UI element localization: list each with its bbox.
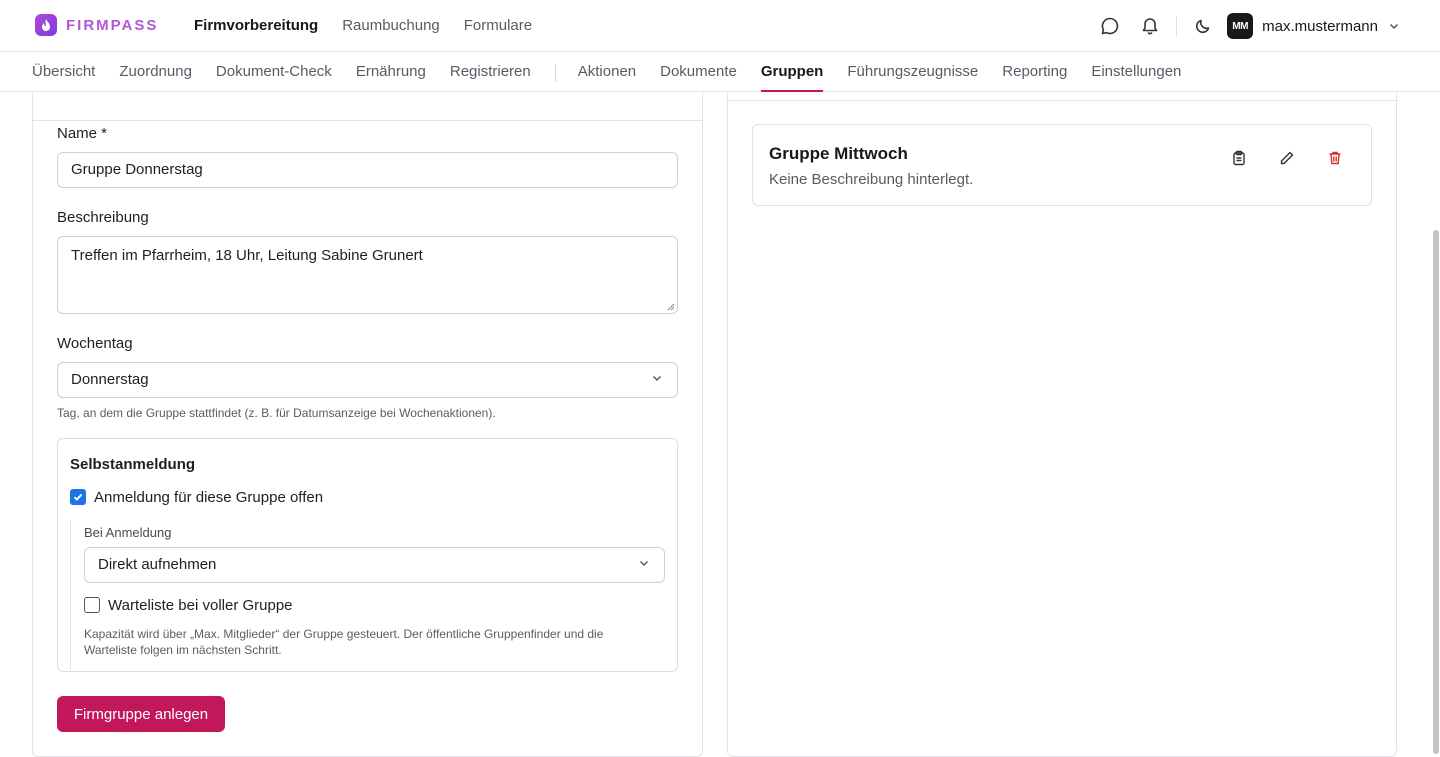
top-header: FIRMPASS Firmvorbereitung Raumbuchung Fo… bbox=[0, 0, 1440, 52]
chevron-down-icon bbox=[651, 363, 663, 397]
signup-open-label[interactable]: Anmeldung für diese Gruppe offen bbox=[94, 489, 323, 506]
waitlist-label[interactable]: Warteliste bei voller Gruppe bbox=[108, 597, 293, 614]
check-icon bbox=[73, 493, 83, 501]
tab-dokument-check[interactable]: Dokument-Check bbox=[216, 63, 332, 91]
weekday-hint: Tag, an dem die Gruppe stattfindet (z. B… bbox=[57, 406, 496, 420]
moon-icon[interactable] bbox=[1189, 12, 1217, 40]
capacity-hint-line2: Warteliste folgen im nächsten Schritt. bbox=[84, 643, 282, 657]
brand-name: FIRMPASS bbox=[66, 16, 159, 34]
weekday-label: Wochentag bbox=[57, 335, 133, 352]
panel-header-divider bbox=[728, 100, 1396, 101]
tab-zuordnung[interactable]: Zuordnung bbox=[119, 63, 192, 91]
clipboard-icon[interactable] bbox=[1228, 147, 1250, 169]
tab-uebersicht[interactable]: Übersicht bbox=[32, 63, 95, 91]
chat-icon[interactable] bbox=[1096, 12, 1124, 40]
tab-fuehrungszeugnisse[interactable]: Führungszeugnisse bbox=[847, 63, 978, 91]
description-value: Treffen im Pfarrheim, 18 Uhr, Leitung Sa… bbox=[71, 247, 423, 264]
tab-einstellungen[interactable]: Einstellungen bbox=[1091, 63, 1181, 91]
brand-logo[interactable]: FIRMPASS bbox=[35, 14, 158, 36]
tab-aktionen[interactable]: Aktionen bbox=[578, 63, 636, 91]
group-card: Gruppe Mittwoch Keine Beschreibung hinte… bbox=[752, 124, 1372, 206]
section-tabs: Übersicht Zuordnung Dokument-Check Ernäh… bbox=[0, 52, 1440, 92]
nav-raumbuchung[interactable]: Raumbuchung bbox=[342, 17, 440, 34]
on-signup-select[interactable]: Direkt aufnehmen bbox=[84, 547, 665, 583]
waitlist-checkbox[interactable] bbox=[84, 597, 100, 613]
on-signup-label: Bei Anmeldung bbox=[84, 525, 172, 540]
chevron-down-icon[interactable] bbox=[1388, 20, 1400, 32]
name-label: Name * bbox=[57, 125, 108, 142]
group-description: Keine Beschreibung hinterlegt. bbox=[769, 171, 974, 188]
panel-header-divider bbox=[33, 120, 702, 121]
chevron-down-icon bbox=[638, 548, 650, 582]
nav-formulare[interactable]: Formulare bbox=[464, 17, 532, 34]
indent-guide bbox=[70, 520, 71, 670]
description-label: Beschreibung bbox=[57, 209, 149, 226]
tab-gruppen[interactable]: Gruppen bbox=[760, 63, 823, 92]
header-actions: MM max.mustermann bbox=[1096, 12, 1400, 40]
weekday-value: Donnerstag bbox=[71, 371, 149, 388]
tab-divider bbox=[554, 64, 556, 82]
weekday-select[interactable]: Donnerstag bbox=[57, 362, 678, 398]
description-textarea[interactable]: Treffen im Pfarrheim, 18 Uhr, Leitung Sa… bbox=[57, 236, 678, 314]
tab-registrieren[interactable]: Registrieren bbox=[450, 63, 531, 91]
username[interactable]: max.mustermann bbox=[1262, 18, 1378, 35]
signup-open-checkbox[interactable] bbox=[70, 489, 86, 505]
bell-icon[interactable] bbox=[1136, 12, 1164, 40]
nav-firmvorbereitung[interactable]: Firmvorbereitung bbox=[194, 17, 318, 34]
page-scrollbar[interactable] bbox=[1433, 230, 1439, 754]
resize-handle-icon[interactable] bbox=[667, 303, 675, 311]
tab-dokumente[interactable]: Dokumente bbox=[660, 63, 737, 91]
header-divider bbox=[1176, 16, 1178, 36]
group-title: Gruppe Mittwoch bbox=[769, 144, 908, 163]
name-input[interactable]: Gruppe Donnerstag bbox=[57, 152, 678, 188]
main-nav: Firmvorbereitung Raumbuchung Formulare bbox=[194, 17, 532, 34]
create-group-button[interactable]: Firmgruppe anlegen bbox=[57, 696, 225, 732]
flame-icon bbox=[35, 14, 57, 36]
on-signup-value: Direkt aufnehmen bbox=[98, 556, 217, 573]
avatar[interactable]: MM bbox=[1227, 13, 1254, 39]
self-signup-title: Selbstanmeldung bbox=[70, 456, 196, 473]
capacity-hint-line1: Kapazität wird über „Max. Mitglieder“ de… bbox=[84, 627, 604, 641]
tab-reporting[interactable]: Reporting bbox=[1002, 63, 1067, 91]
name-input-value: Gruppe Donnerstag bbox=[71, 161, 203, 178]
tab-ernaehrung[interactable]: Ernährung bbox=[356, 63, 426, 91]
pencil-icon[interactable] bbox=[1276, 147, 1298, 169]
trash-icon[interactable] bbox=[1324, 147, 1346, 169]
